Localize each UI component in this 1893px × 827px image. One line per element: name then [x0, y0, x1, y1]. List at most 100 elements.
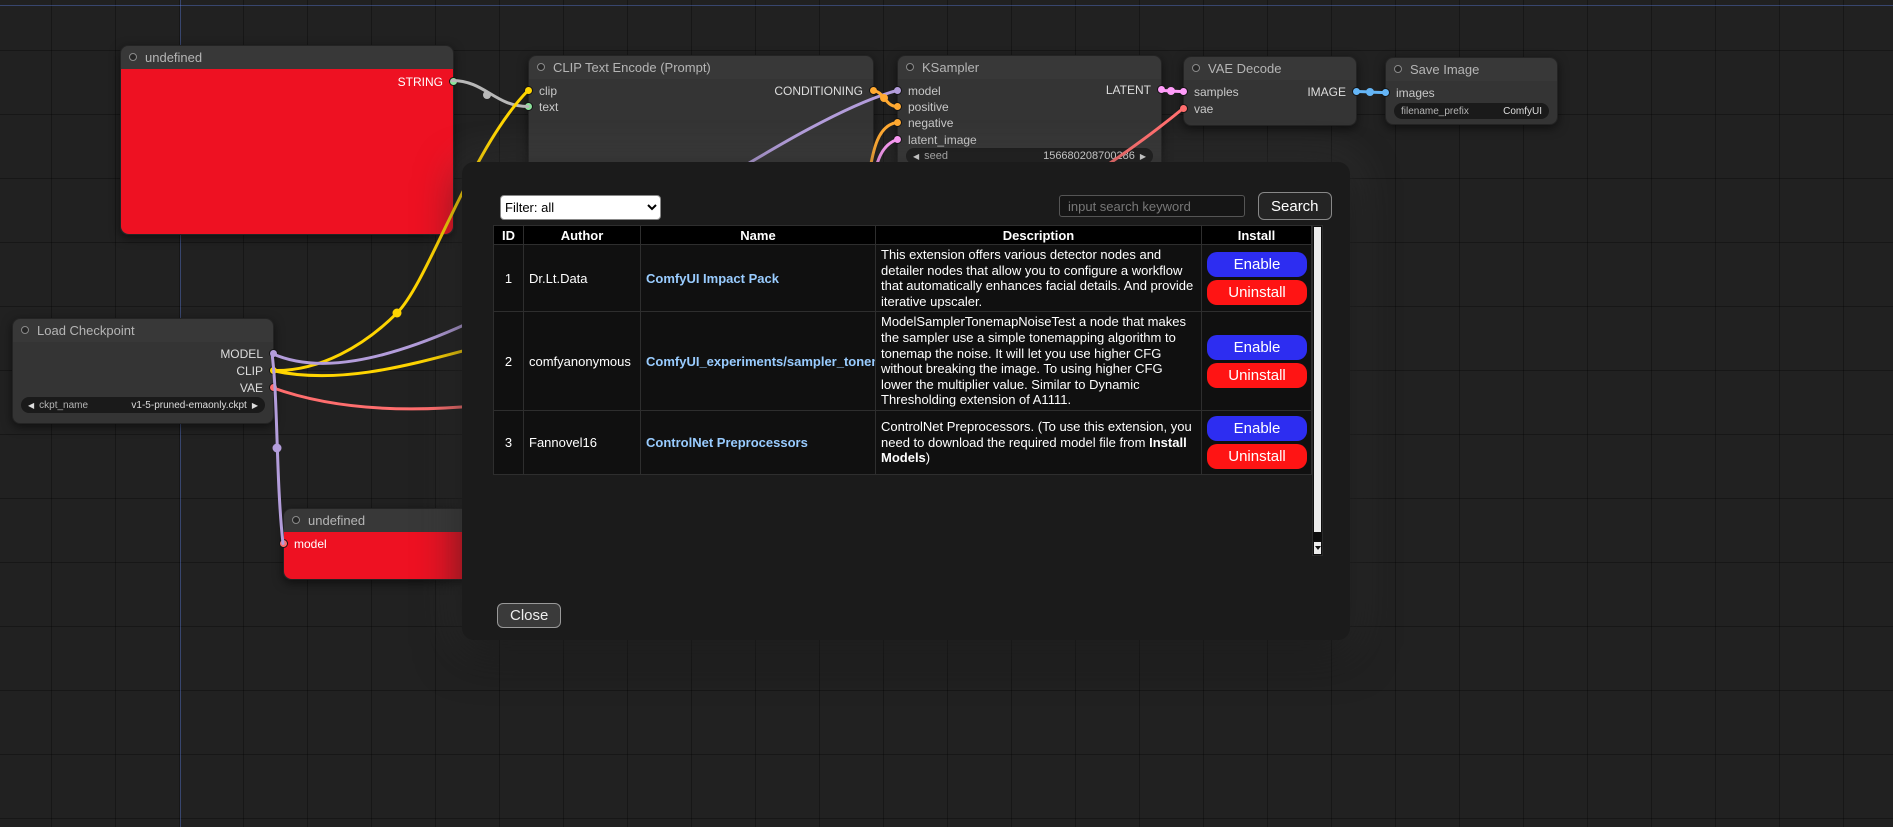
widget-value: ComfyUI	[1503, 106, 1542, 117]
widget-value: v1-5-pruned-emaonly.ckpt	[131, 400, 246, 411]
uninstall-button[interactable]: Uninstall	[1207, 280, 1307, 305]
table-header-row: ID Author Name Description Install	[494, 226, 1312, 245]
model-input-port[interactable]	[279, 539, 288, 548]
extension-link[interactable]: ControlNet Preprocessors	[646, 435, 808, 450]
model-output-port[interactable]	[269, 349, 278, 358]
search-input[interactable]	[1059, 195, 1245, 217]
string-output-port[interactable]	[449, 77, 458, 86]
clip-input-port[interactable]	[524, 86, 533, 95]
header-install: Install	[1202, 226, 1312, 245]
extension-id: 1	[494, 245, 524, 312]
output-vae: VAE	[73, 380, 273, 396]
node-title-bar[interactable]: KSampler	[898, 56, 1161, 79]
custom-nodes-manager-dialog: Filter: all Search ID Author Name Descri…	[462, 162, 1350, 640]
uninstall-button[interactable]: Uninstall	[1207, 444, 1307, 469]
node-save-image[interactable]: Save Image images filename_prefix ComfyU…	[1385, 57, 1558, 125]
decrement-arrow-icon[interactable]: ◀	[913, 152, 919, 161]
samples-input-port[interactable]	[1179, 87, 1188, 96]
input-model: model	[284, 536, 414, 552]
input-vae: vae	[1184, 101, 1276, 117]
scrollbar-thumb[interactable]	[1314, 227, 1321, 532]
output-model: MODEL	[73, 346, 273, 362]
collapse-dot-icon[interactable]	[21, 326, 29, 334]
image-output-port[interactable]	[1352, 87, 1361, 96]
extension-link[interactable]: ComfyUI Impact Pack	[646, 271, 779, 286]
latent-image-input-port[interactable]	[893, 135, 902, 144]
node-title-bar[interactable]: undefined	[121, 46, 453, 69]
header-author: Author	[524, 226, 641, 245]
chevron-down-icon	[1315, 546, 1321, 550]
extension-description: ControlNet Preprocessors. (To use this e…	[876, 410, 1202, 474]
extension-name-cell: ControlNet Preprocessors	[641, 410, 876, 474]
extension-description: This extension offers various detector n…	[876, 245, 1202, 312]
output-image: IMAGE	[1254, 84, 1356, 100]
extension-install-cell: Enable Uninstall	[1202, 312, 1312, 411]
extension-install-cell: Enable Uninstall	[1202, 410, 1312, 474]
node-title: CLIP Text Encode (Prompt)	[553, 60, 711, 75]
negative-input-port[interactable]	[893, 118, 902, 127]
collapse-dot-icon[interactable]	[906, 63, 914, 71]
enable-button[interactable]: Enable	[1207, 416, 1307, 441]
clip-output-port[interactable]	[269, 366, 278, 375]
close-button[interactable]: Close	[497, 603, 561, 628]
images-input-port[interactable]	[1381, 88, 1390, 97]
widget-label: filename_prefix	[1401, 106, 1469, 117]
enable-button[interactable]: Enable	[1207, 335, 1307, 360]
header-name: Name	[641, 226, 876, 245]
vae-output-port[interactable]	[269, 383, 278, 392]
extensions-table-wrap: ID Author Name Description Install 1Dr.L…	[493, 225, 1323, 556]
canvas-axis-horizontal	[0, 5, 1893, 6]
scroll-down-button[interactable]	[1314, 542, 1321, 554]
extension-row: 3Fannovel16ControlNet PreprocessorsContr…	[494, 410, 1312, 474]
node-vae-decode[interactable]: VAE Decode samples vae IMAGE	[1183, 56, 1357, 126]
node-error-body	[121, 69, 453, 234]
node-title-bar[interactable]: Save Image	[1386, 58, 1557, 81]
extensions-table: ID Author Name Description Install 1Dr.L…	[493, 225, 1312, 475]
text-input-port[interactable]	[524, 102, 533, 111]
collapse-dot-icon[interactable]	[292, 516, 300, 524]
output-clip: CLIP	[73, 363, 273, 379]
collapse-dot-icon[interactable]	[537, 63, 545, 71]
node-title: undefined	[145, 50, 202, 65]
vae-input-port[interactable]	[1179, 104, 1188, 113]
extension-name-cell: ComfyUI Impact Pack	[641, 245, 876, 312]
extension-row: 2comfyanonymous ComfyUI_experiments/sampl…	[494, 312, 1312, 411]
conditioning-output-port[interactable]	[869, 86, 878, 95]
node-title: undefined	[308, 513, 365, 528]
increment-arrow-icon[interactable]: ▶	[1140, 152, 1146, 161]
collapse-dot-icon[interactable]	[1192, 64, 1200, 72]
node-title-bar[interactable]: VAE Decode	[1184, 57, 1356, 80]
input-positive: positive	[898, 99, 1051, 115]
extension-link[interactable]: ComfyUI_experiments/sampler_tonemap	[646, 354, 876, 369]
increment-arrow-icon[interactable]: ▶	[252, 401, 258, 410]
node-title-bar[interactable]: CLIP Text Encode (Prompt)	[529, 56, 873, 79]
node-load-checkpoint[interactable]: Load Checkpoint MODEL CLIP VAE ◀ ckpt_na…	[12, 318, 274, 424]
table-scrollbar[interactable]	[1312, 225, 1323, 556]
decrement-arrow-icon[interactable]: ◀	[28, 401, 34, 410]
extension-author: Fannovel16	[524, 410, 641, 474]
node-title: Save Image	[1410, 62, 1479, 77]
collapse-dot-icon[interactable]	[129, 53, 137, 61]
latent-output-port[interactable]	[1157, 85, 1166, 94]
extension-id: 2	[494, 312, 524, 411]
collapse-dot-icon[interactable]	[1394, 65, 1402, 73]
extension-row: 1Dr.Lt.Data ComfyUI Impact Pack This exten…	[494, 245, 1312, 312]
extension-author: Dr.Lt.Data	[524, 245, 641, 312]
node-title-bar[interactable]: Load Checkpoint	[13, 319, 273, 342]
widget-label: seed	[924, 150, 948, 162]
output-conditioning: CONDITIONING	[649, 83, 873, 99]
widget-label: ckpt_name	[39, 400, 88, 411]
filter-select[interactable]: Filter: all	[500, 195, 661, 220]
search-button[interactable]: Search	[1258, 192, 1332, 220]
enable-button[interactable]: Enable	[1207, 252, 1307, 277]
filename-prefix-widget[interactable]: filename_prefix ComfyUI	[1394, 103, 1549, 119]
input-images: images	[1386, 85, 1497, 101]
model-input-port[interactable]	[893, 86, 902, 95]
uninstall-button[interactable]: Uninstall	[1207, 363, 1307, 388]
input-negative: negative	[898, 115, 1051, 131]
extension-author: comfyanonymous	[524, 312, 641, 411]
node-undefined-top[interactable]: undefined STRING	[120, 45, 454, 235]
output-string: STRING	[121, 74, 453, 90]
ckpt-name-widget[interactable]: ◀ ckpt_name v1-5-pruned-emaonly.ckpt ▶	[21, 397, 265, 413]
positive-input-port[interactable]	[893, 102, 902, 111]
